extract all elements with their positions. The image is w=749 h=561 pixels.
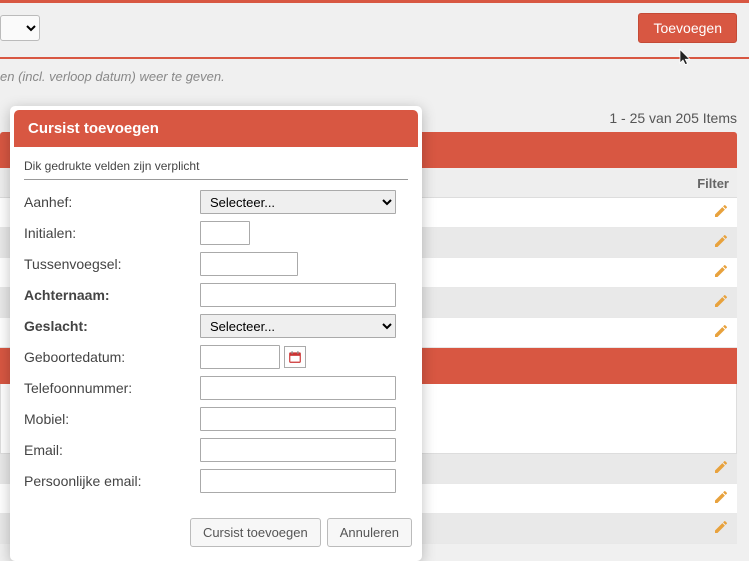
- geboortedatum-label: Geboortedatum:: [24, 349, 200, 365]
- calendar-icon[interactable]: [284, 346, 306, 368]
- persoonlijke-email-label: Persoonlijke email:: [24, 473, 200, 489]
- toolbar: Toevoegen: [0, 0, 749, 59]
- cursist-toevoegen-submit-button[interactable]: Cursist toevoegen: [190, 518, 321, 547]
- mobiel-input[interactable]: [200, 407, 396, 431]
- achternaam-input[interactable]: [200, 283, 396, 307]
- telefoon-input[interactable]: [200, 376, 396, 400]
- aanhef-select[interactable]: Selecteer...: [200, 190, 396, 214]
- geslacht-select[interactable]: Selecteer...: [200, 314, 396, 338]
- edit-icon[interactable]: [713, 263, 729, 282]
- instruction-text: en (incl. verloop datum) weer te geven.: [0, 59, 749, 110]
- edit-icon[interactable]: [713, 459, 729, 478]
- edit-icon[interactable]: [713, 293, 729, 312]
- toevoegen-button[interactable]: Toevoegen: [638, 13, 737, 43]
- persoonlijke-email-input[interactable]: [200, 469, 396, 493]
- initialen-input[interactable]: [200, 221, 250, 245]
- initialen-label: Initialen:: [24, 225, 200, 241]
- geslacht-label: Geslacht:: [24, 318, 200, 334]
- dialog-required-note: Dik gedrukte velden zijn verplicht: [24, 159, 408, 180]
- tussenvoegsel-input[interactable]: [200, 252, 298, 276]
- mobiel-label: Mobiel:: [24, 411, 200, 427]
- email-input[interactable]: [200, 438, 396, 462]
- annuleren-button[interactable]: Annuleren: [327, 518, 412, 547]
- telefoon-label: Telefoonnummer:: [24, 380, 200, 396]
- tussenvoegsel-label: Tussenvoegsel:: [24, 256, 200, 272]
- achternaam-label: Achternaam:: [24, 287, 200, 303]
- edit-icon[interactable]: [713, 489, 729, 508]
- edit-icon[interactable]: [713, 519, 729, 538]
- edit-icon[interactable]: [713, 233, 729, 252]
- geboortedatum-input[interactable]: [200, 345, 280, 369]
- email-label: Email:: [24, 442, 200, 458]
- dialog-title: Cursist toevoegen: [14, 110, 418, 147]
- cursist-toevoegen-dialog: Cursist toevoegen Dik gedrukte velden zi…: [10, 106, 422, 561]
- aanhef-label: Aanhef:: [24, 194, 200, 210]
- edit-icon[interactable]: [713, 323, 729, 342]
- edit-icon[interactable]: [713, 203, 729, 222]
- filter-label: Filter: [697, 176, 729, 191]
- top-select[interactable]: [0, 15, 40, 41]
